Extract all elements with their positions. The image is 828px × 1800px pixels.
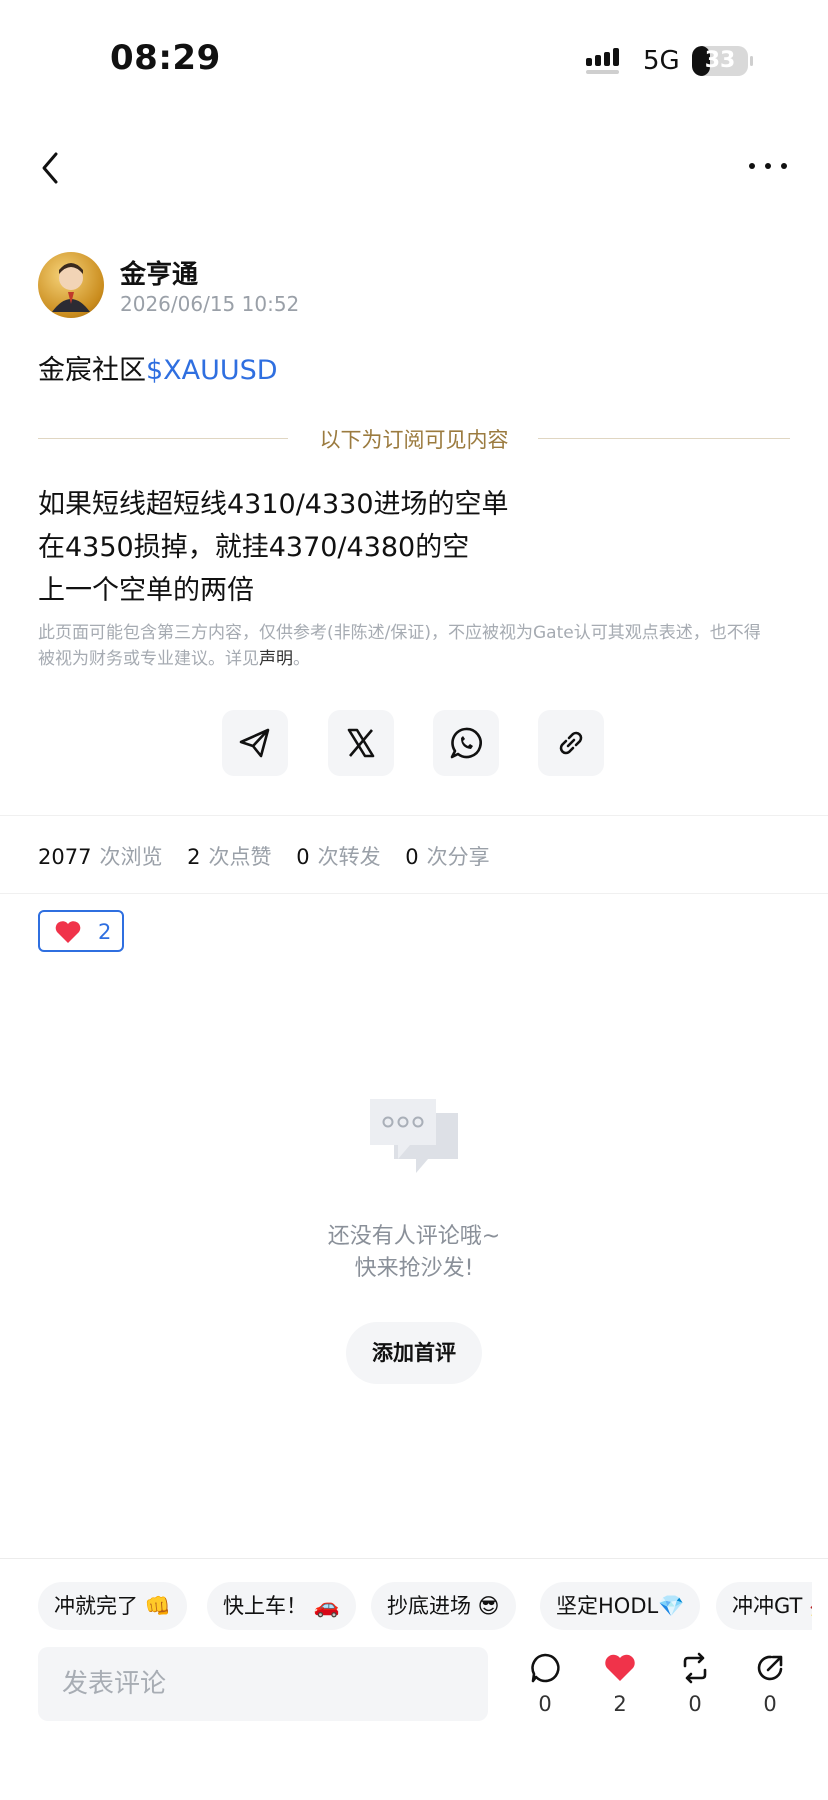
x-icon xyxy=(347,728,375,758)
disclaimer-end: 。 xyxy=(293,649,310,669)
heart-icon xyxy=(605,1654,635,1681)
heart-icon xyxy=(55,921,81,943)
repost-icon xyxy=(683,1652,707,1684)
status-time: 08:29 xyxy=(110,38,221,78)
back-icon[interactable] xyxy=(36,148,64,188)
post-body-line: 在4350损掉，就挂4370/4380的空 xyxy=(38,532,470,563)
comment-icon xyxy=(531,1653,560,1683)
avatar[interactable] xyxy=(38,252,104,318)
post-date: 2026/06/15 10:52 xyxy=(120,292,300,316)
separator xyxy=(0,893,828,894)
comment-count: 0 xyxy=(538,1692,552,1716)
like-button[interactable]: 2 xyxy=(592,1650,648,1724)
likes-count: 2 xyxy=(187,845,201,869)
post-body-line: 如果短线超短线4310/4330进场的空单 xyxy=(38,489,509,520)
battery-nub xyxy=(750,56,753,66)
battery-icon: 33 xyxy=(692,46,748,76)
copy-link-button[interactable] xyxy=(538,710,604,776)
empty-comments-subtext: 快来抢沙发! xyxy=(354,1256,474,1281)
separator xyxy=(0,815,828,816)
avatar-portrait xyxy=(52,263,90,312)
post-title: 金宸社区$XAUUSD xyxy=(38,348,278,387)
disclaimer: 此页面可能包含第三方内容，仅供参考(非陈述/保证)，不应被视为Gate认可其观点… xyxy=(38,620,768,672)
repost-count: 0 xyxy=(688,1692,702,1716)
ticker-link[interactable]: $XAUUSD xyxy=(146,355,278,386)
post-title-prefix: 金宸社区 xyxy=(38,355,146,386)
views-count: 2077 xyxy=(38,845,92,869)
network-label: 5G xyxy=(643,46,680,76)
author-name[interactable]: 金亨通 xyxy=(120,254,198,291)
shares-label: 次分享 xyxy=(426,845,490,869)
comment-input[interactable] xyxy=(38,1647,488,1721)
telegram-icon xyxy=(239,728,270,758)
subscriber-divider-label: 以下为订阅可见内容 xyxy=(319,428,509,452)
disclaimer-text: 此页面可能包含第三方内容，仅供参考(非陈述/保证)，不应被视为Gate认可其观点… xyxy=(38,623,761,669)
empty-comments-icon xyxy=(370,1099,458,1173)
likes-label: 次点赞 xyxy=(208,845,272,869)
signal-icon xyxy=(586,48,619,74)
reposts-label: 次转发 xyxy=(317,845,381,869)
post-body-line: 上一个空单的两倍 xyxy=(38,575,254,606)
add-first-comment-button[interactable]: 添加首评 xyxy=(346,1322,482,1384)
post-stats: 2077 次浏览 2 次点赞 0 次转发 0 次分享 xyxy=(38,841,508,871)
empty-comments-text: 还没有人评论哦~ xyxy=(327,1224,501,1249)
separator xyxy=(0,1558,828,1559)
quick-reply-chip[interactable]: 坚定HODL💎 xyxy=(540,1582,701,1630)
quick-reply-chip[interactable]: 冲就完了 👊 xyxy=(38,1582,187,1630)
share-telegram-button[interactable] xyxy=(222,710,288,776)
share-button[interactable]: 0 xyxy=(742,1650,798,1724)
quick-reply-chip[interactable]: 冲冲GT 🚀 xyxy=(716,1582,812,1630)
link-icon xyxy=(559,731,583,755)
reposts-count: 0 xyxy=(296,845,310,869)
more-icon[interactable] xyxy=(748,158,788,174)
repost-button[interactable]: 0 xyxy=(667,1650,723,1724)
comment-button[interactable]: 0 xyxy=(517,1650,573,1724)
quick-reply-chip[interactable]: 快上车！ 🚗 xyxy=(207,1582,356,1630)
share-icon xyxy=(757,1655,783,1681)
heart-reaction-chip[interactable]: 2 xyxy=(38,910,124,952)
disclaimer-link[interactable]: 声明 xyxy=(259,649,293,669)
share-whatsapp-button[interactable] xyxy=(433,710,499,776)
shares-count: 0 xyxy=(405,845,419,869)
battery-level: 33 xyxy=(704,48,736,73)
reaction-count: 2 xyxy=(98,920,112,944)
share-count: 0 xyxy=(763,1692,777,1716)
quick-reply-chip[interactable]: 抄底进场 😎 xyxy=(371,1582,516,1630)
share-x-button[interactable] xyxy=(328,710,394,776)
like-count: 2 xyxy=(613,1692,627,1716)
whatsapp-icon xyxy=(450,727,482,759)
views-label: 次浏览 xyxy=(99,845,163,869)
